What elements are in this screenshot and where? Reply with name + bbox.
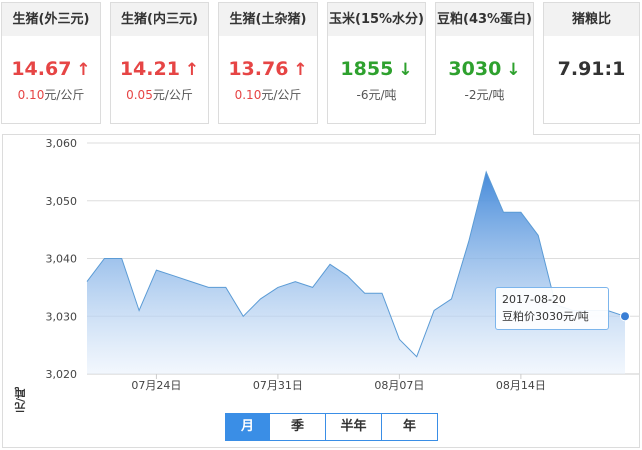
y-tick-label: 3,030 [46, 310, 78, 323]
x-tick-label: 07月31日 [253, 379, 303, 392]
arrow-up-icon: ↑ [293, 60, 308, 80]
arrow-down-icon: ↓ [398, 60, 413, 80]
card-change: -6元/吨 [328, 86, 425, 103]
card-value: 3030 ↓ [436, 56, 533, 82]
card-change: 0.10元/公斤 [219, 86, 317, 103]
tooltip-date: 2017-08-20 [502, 293, 566, 306]
change-number: -6 [356, 88, 369, 102]
y-axis-title: 元/吨 [14, 387, 27, 414]
y-tick-label: 3,050 [46, 195, 78, 208]
card-change: 0.10元/公斤 [2, 86, 100, 103]
price-card-soymeal[interactable]: 豆粕(43%蛋白) 3030 ↓ -2元/吨 [435, 2, 534, 135]
card-change: 0.05元/公斤 [111, 86, 208, 103]
card-value: 14.67 ↑ [2, 56, 100, 82]
y-tick-label: 3,020 [46, 368, 78, 381]
arrow-up-icon: ↑ [184, 60, 200, 80]
value-text: 1855 [340, 58, 394, 80]
y-tick-label: 3,060 [46, 137, 78, 150]
card-value: 13.76 ↑ [219, 56, 317, 82]
value-text: 14.67 [11, 58, 72, 80]
card-title: 玉米(15%水分) [328, 3, 425, 36]
change-unit: 元/吨 [368, 88, 397, 102]
chart-tooltip: 2017-08-20 豆粕价3030元/吨 [495, 287, 609, 330]
card-value: 1855 ↓ [328, 56, 425, 82]
hover-point-marker[interactable] [620, 311, 630, 322]
change-number: 0.05 [126, 88, 153, 102]
change-unit: 元/吨 [476, 88, 505, 102]
price-card-pig-inner[interactable]: 生猪(内三元) 14.21 ↑ 0.05元/公斤 [110, 2, 209, 124]
card-title: 猪粮比 [544, 3, 639, 36]
x-tick-label: 08月14日 [496, 379, 546, 392]
card-title: 豆粕(43%蛋白) [436, 3, 533, 36]
card-value: 7.91:1 [544, 56, 639, 82]
value-text: 3030 [448, 58, 502, 80]
card-title: 生猪(外三元) [2, 3, 100, 36]
arrow-up-icon: ↑ [76, 60, 91, 80]
price-card-pig-outer[interactable]: 生猪(外三元) 14.67 ↑ 0.10元/公斤 [1, 2, 101, 124]
card-title: 生猪(土杂猪) [219, 3, 317, 36]
change-number: 0.10 [234, 88, 262, 102]
change-unit: 元/公斤 [152, 88, 193, 102]
card-title: 生猪(内三元) [111, 3, 208, 36]
price-card-pig-grain-ratio[interactable]: 猪粮比 7.91:1 [543, 2, 640, 124]
value-text: 13.76 [228, 58, 289, 80]
y-tick-label: 3,040 [46, 253, 78, 266]
x-tick-labels: 07月24日 07月31日 08月07日 08月14日 [131, 374, 546, 392]
x-tick-label: 07月24日 [131, 379, 181, 392]
price-card-pig-local[interactable]: 生猪(土杂猪) 13.76 ↑ 0.10元/公斤 [218, 2, 318, 124]
card-change: -2元/吨 [436, 86, 533, 103]
change-unit: 元/公斤 [44, 88, 85, 102]
arrow-down-icon: ↓ [506, 60, 521, 80]
card-value: 14.21 ↑ [111, 56, 208, 82]
value-text: 7.91:1 [557, 58, 626, 80]
price-card-corn[interactable]: 玉米(15%水分) 1855 ↓ -6元/吨 [327, 2, 426, 124]
change-unit: 元/公斤 [261, 88, 302, 102]
change-number: -2 [464, 88, 477, 102]
y-tick-labels: 3,020 3,030 3,040 3,050 3,060 [46, 137, 78, 381]
change-number: 0.10 [17, 88, 45, 102]
x-tick-label: 08月07日 [374, 379, 424, 392]
tooltip-value: 豆粕价3030元/吨 [502, 310, 589, 323]
value-text: 14.21 [119, 58, 180, 80]
series-area [87, 171, 625, 374]
